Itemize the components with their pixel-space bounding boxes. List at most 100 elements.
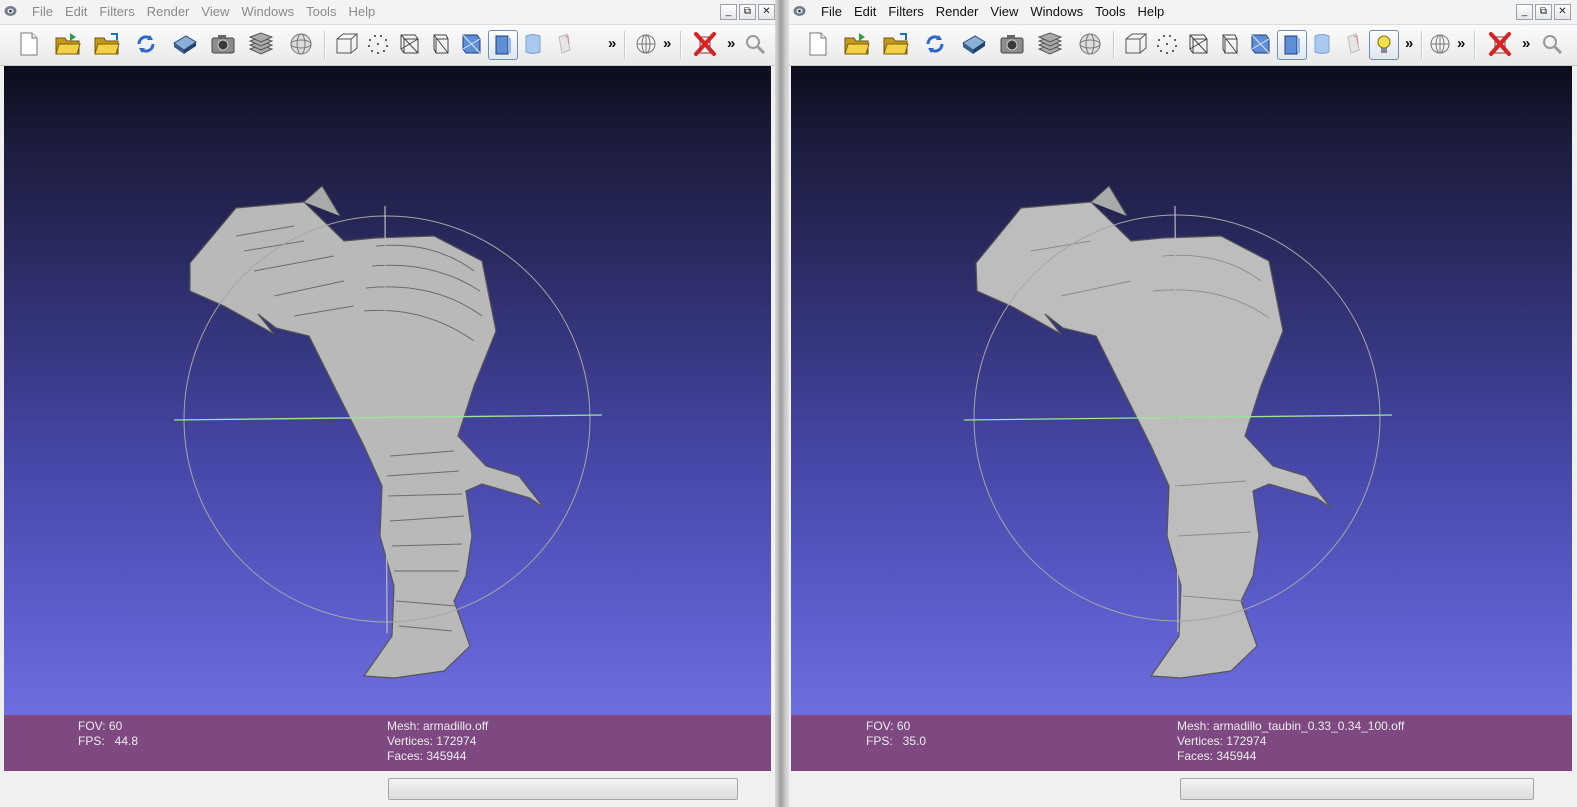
status-bar [789, 772, 1577, 807]
restore-button[interactable]: ⧉ [1535, 4, 1552, 20]
toolbar-overflow-chevron[interactable]: » [1457, 35, 1465, 52]
menu-edit[interactable]: Edit [848, 4, 882, 19]
progress-bar [1180, 778, 1534, 800]
progress-bar [388, 778, 738, 800]
vertices-label: Vertices: 172974 [387, 734, 477, 748]
menu-tools[interactable]: Tools [300, 4, 342, 19]
globe-icon[interactable] [286, 29, 316, 59]
light-bulb-icon[interactable] [1369, 30, 1399, 60]
save-icon[interactable] [170, 29, 200, 59]
restore-button[interactable]: ⧉ [739, 4, 756, 20]
save-icon[interactable] [959, 29, 989, 59]
menu-tools[interactable]: Tools [1089, 4, 1131, 19]
minimize-button[interactable]: _ [1516, 4, 1533, 20]
menu-help[interactable]: Help [1131, 4, 1170, 19]
texture-icon[interactable] [1338, 29, 1368, 59]
hidden-lines-icon[interactable] [1214, 29, 1244, 59]
flat-shading-icon[interactable] [1277, 30, 1307, 60]
toolbar-separator [1421, 31, 1423, 59]
smooth-shading-icon[interactable] [518, 29, 548, 59]
wireframe-icon[interactable] [1183, 29, 1213, 59]
meshlab-window-right: File Edit Filters Render View Windows To… [789, 0, 1577, 807]
trackball-icon[interactable] [631, 29, 661, 59]
menu-filters[interactable]: Filters [882, 4, 929, 19]
fov-label: FOV: 60 [866, 719, 911, 733]
menu-render[interactable]: Render [930, 4, 985, 19]
toolbar-overflow-chevron[interactable]: » [727, 35, 735, 52]
new-file-icon[interactable] [803, 29, 833, 59]
toolbar: » » » [0, 25, 775, 66]
armadillo-smoothed-mesh-render [963, 185, 1393, 679]
toolbar-separator [680, 31, 682, 59]
menu-file[interactable]: File [26, 4, 59, 19]
faces-label: Faces: 345944 [387, 749, 467, 763]
trackball-icon[interactable] [1425, 29, 1455, 59]
new-file-icon[interactable] [14, 29, 44, 59]
layers-icon[interactable] [1035, 29, 1065, 59]
reload-icon[interactable] [920, 29, 950, 59]
minimize-button[interactable]: _ [720, 4, 737, 20]
meshlab-app-icon [793, 6, 806, 16]
toolbar-separator [324, 31, 326, 59]
toolbar-overflow-chevron[interactable]: » [608, 35, 616, 52]
toolbar-overflow-chevron[interactable]: » [1522, 35, 1530, 52]
close-button[interactable]: ✕ [758, 4, 775, 20]
import-folder-icon[interactable] [881, 29, 911, 59]
menu-help[interactable]: Help [342, 4, 381, 19]
flat-lines-icon[interactable] [1245, 29, 1275, 59]
menu-bar: File Edit Filters Render View Windows To… [789, 0, 1577, 25]
fov-label: FOV: 60 [78, 719, 123, 733]
delete-icon[interactable] [690, 29, 720, 59]
flat-lines-icon[interactable] [456, 29, 486, 59]
menu-file[interactable]: File [815, 4, 848, 19]
status-bar [0, 772, 775, 807]
menu-view[interactable]: View [984, 4, 1024, 19]
menu-filters[interactable]: Filters [93, 4, 140, 19]
points-icon[interactable] [1152, 29, 1182, 59]
mesh-name-label: Mesh: armadillo.off [387, 719, 489, 733]
toolbar-separator [1474, 31, 1476, 59]
reload-icon[interactable] [131, 29, 161, 59]
info-overlay: FOV: 60 FPS: 44.8 Mesh: armadillo.off Ve… [4, 715, 771, 771]
window-splitter[interactable] [775, 0, 789, 807]
info-overlay: FOV: 60 FPS: 35.0 Mesh: armadillo_taubin… [791, 715, 1572, 771]
flat-shading-icon[interactable] [488, 30, 518, 60]
open-folder-icon[interactable] [842, 29, 872, 59]
open-folder-icon[interactable] [53, 29, 83, 59]
bounding-box-icon[interactable] [1121, 29, 1151, 59]
import-folder-icon[interactable] [92, 29, 122, 59]
snapshot-icon[interactable] [208, 29, 238, 59]
texture-icon[interactable] [549, 29, 579, 59]
menu-render[interactable]: Render [141, 4, 196, 19]
vertices-label: Vertices: 172974 [1177, 734, 1267, 748]
armadillo-mesh-render [173, 185, 603, 679]
close-button[interactable]: ✕ [1554, 4, 1571, 20]
layers-icon[interactable] [246, 29, 276, 59]
smooth-shading-icon[interactable] [1307, 29, 1337, 59]
menu-bar: File Edit Filters Render View Windows To… [0, 0, 775, 25]
search-icon[interactable] [740, 29, 770, 59]
snapshot-icon[interactable] [997, 29, 1027, 59]
toolbar-separator [1113, 31, 1115, 59]
menu-windows[interactable]: Windows [1024, 4, 1089, 19]
globe-icon[interactable] [1075, 29, 1105, 59]
hidden-lines-icon[interactable] [425, 29, 455, 59]
meshlab-app-icon [4, 6, 17, 16]
mesh-name-label: Mesh: armadillo_taubin_0.33_0.34_100.off [1177, 719, 1405, 733]
points-icon[interactable] [363, 29, 393, 59]
menu-windows[interactable]: Windows [235, 4, 300, 19]
bounding-box-icon[interactable] [332, 29, 362, 59]
menu-edit[interactable]: Edit [59, 4, 93, 19]
delete-icon[interactable] [1485, 29, 1515, 59]
fps-label: FPS: 44.8 [78, 734, 139, 748]
toolbar: » » » [789, 25, 1577, 66]
search-icon[interactable] [1537, 29, 1567, 59]
toolbar-overflow-chevron[interactable]: » [1405, 35, 1413, 52]
wireframe-icon[interactable] [394, 29, 424, 59]
3d-viewport[interactable] [4, 66, 771, 715]
3d-viewport[interactable] [791, 66, 1572, 715]
faces-label: Faces: 345944 [1177, 749, 1257, 763]
toolbar-separator [624, 31, 626, 59]
menu-view[interactable]: View [195, 4, 235, 19]
toolbar-overflow-chevron[interactable]: » [663, 35, 671, 52]
